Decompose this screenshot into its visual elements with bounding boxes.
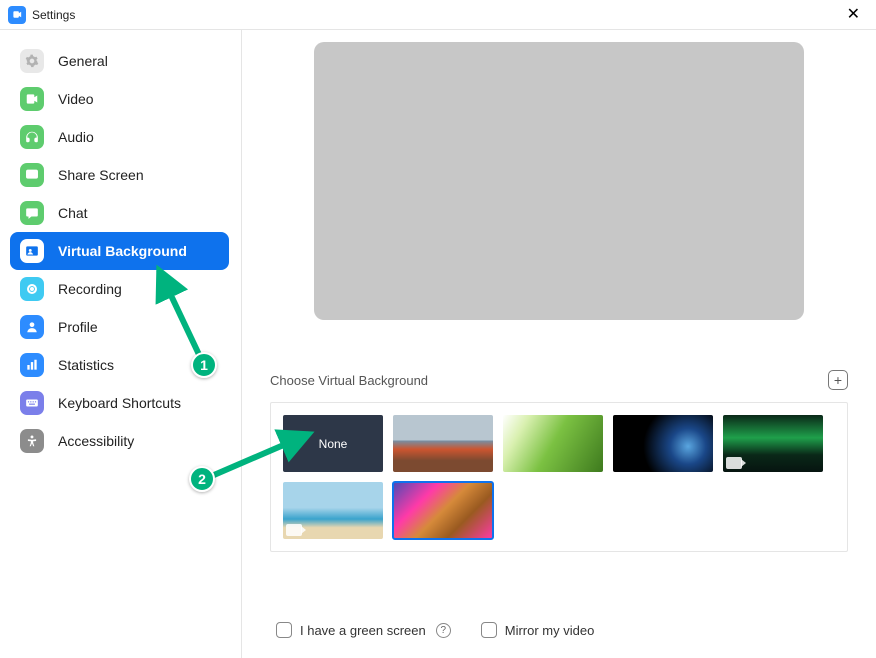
green-screen-checkbox[interactable]: I have a green screen ? <box>276 622 451 638</box>
video-icon <box>20 87 44 111</box>
sidebar-item-label: Chat <box>58 205 88 221</box>
sidebar-item-label: Video <box>58 91 94 107</box>
close-icon[interactable]: ✕ <box>841 5 866 25</box>
sidebar-item-share-screen[interactable]: Share Screen <box>10 156 229 194</box>
gear-icon <box>20 49 44 73</box>
sidebar-item-label: Keyboard Shortcuts <box>58 395 181 411</box>
video-preview <box>314 42 804 320</box>
background-bridge[interactable] <box>393 415 493 472</box>
sidebar-item-label: Audio <box>58 129 94 145</box>
content: Choose Virtual Background + None I have … <box>242 30 876 658</box>
person-card-icon <box>20 239 44 263</box>
sidebar-item-video[interactable]: Video <box>10 80 229 118</box>
checkbox-label: I have a green screen <box>300 623 426 638</box>
add-background-button[interactable]: + <box>828 370 848 390</box>
sidebar-item-accessibility[interactable]: Accessibility <box>10 422 229 460</box>
background-earth[interactable] <box>613 415 713 472</box>
mirror-video-checkbox[interactable]: Mirror my video <box>481 622 595 638</box>
sidebar-item-keyboard-shortcuts[interactable]: Keyboard Shortcuts <box>10 384 229 422</box>
sidebar-item-label: Accessibility <box>58 433 134 449</box>
sidebar-item-label: Virtual Background <box>58 243 187 259</box>
accessibility-icon <box>20 429 44 453</box>
sidebar-item-statistics[interactable]: Statistics <box>10 346 229 384</box>
sidebar-item-virtual-background[interactable]: Virtual Background <box>10 232 229 270</box>
background-tiger[interactable] <box>393 482 493 539</box>
sidebar-item-label: Statistics <box>58 357 114 373</box>
checkbox-icon <box>481 622 497 638</box>
share-screen-icon <box>20 163 44 187</box>
sidebar-item-label: General <box>58 53 108 69</box>
sidebar-item-audio[interactable]: Audio <box>10 118 229 156</box>
sidebar-item-label: Profile <box>58 319 98 335</box>
sidebar-item-general[interactable]: General <box>10 42 229 80</box>
profile-icon <box>20 315 44 339</box>
sidebar-item-chat[interactable]: Chat <box>10 194 229 232</box>
video-badge-icon <box>286 524 302 536</box>
app-icon <box>8 6 26 24</box>
chat-icon <box>20 201 44 225</box>
sidebar-item-label: Share Screen <box>58 167 144 183</box>
sidebar: General Video Audio Share Screen Chat Vi… <box>0 30 242 658</box>
background-aurora[interactable] <box>723 415 823 472</box>
record-icon <box>20 277 44 301</box>
sidebar-item-label: Recording <box>58 281 122 297</box>
background-none[interactable]: None <box>283 415 383 472</box>
background-grass[interactable] <box>503 415 603 472</box>
background-grid: None <box>270 402 848 552</box>
titlebar: Settings ✕ <box>0 0 876 30</box>
keyboard-icon <box>20 391 44 415</box>
stats-icon <box>20 353 44 377</box>
window-title: Settings <box>32 8 75 22</box>
checkbox-label: Mirror my video <box>505 623 595 638</box>
chooser-label: Choose Virtual Background <box>270 373 428 388</box>
sidebar-item-profile[interactable]: Profile <box>10 308 229 346</box>
sidebar-item-recording[interactable]: Recording <box>10 270 229 308</box>
video-badge-icon <box>726 457 742 469</box>
background-beach[interactable] <box>283 482 383 539</box>
headphones-icon <box>20 125 44 149</box>
help-icon[interactable]: ? <box>436 623 451 638</box>
checkbox-icon <box>276 622 292 638</box>
